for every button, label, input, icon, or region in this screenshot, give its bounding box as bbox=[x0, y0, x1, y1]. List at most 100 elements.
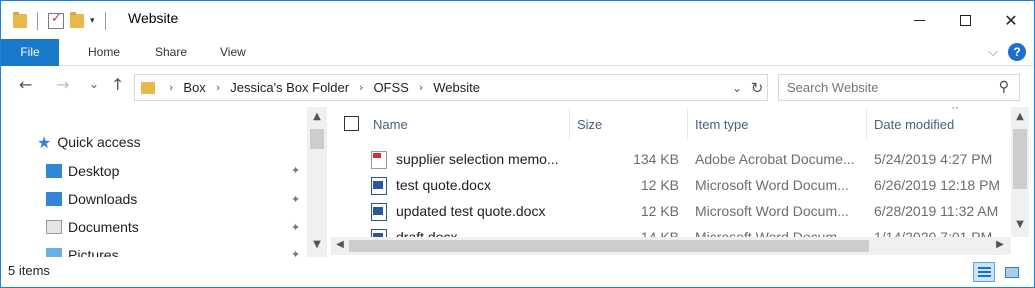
address-bar[interactable]: › Box › Jessica's Box Folder › OFSS › We… bbox=[134, 74, 768, 101]
toolbar-divider bbox=[37, 12, 38, 30]
pin-icon[interactable]: ✦ bbox=[291, 248, 300, 257]
refresh-icon[interactable]: ↻ bbox=[747, 79, 767, 97]
breadcrumb-jessicas-box-folder[interactable]: Jessica's Box Folder bbox=[226, 80, 353, 95]
new-folder-icon[interactable] bbox=[70, 12, 84, 28]
scroll-down-icon[interactable]: ▼ bbox=[1011, 219, 1029, 230]
scroll-down-icon[interactable]: ▼ bbox=[307, 239, 327, 250]
column-header-size[interactable]: Size bbox=[577, 117, 602, 132]
close-button[interactable]: ✕ bbox=[988, 1, 1034, 39]
file-list-horizontal-scrollbar[interactable]: ◀ ▶ bbox=[331, 237, 1011, 255]
breadcrumb-separator[interactable]: › bbox=[353, 81, 369, 94]
tab-share[interactable]: Share bbox=[155, 39, 187, 66]
sidebar-item-label: Quick access bbox=[57, 134, 141, 150]
pin-icon[interactable]: ✦ bbox=[291, 164, 300, 177]
details-view-icon bbox=[978, 267, 991, 269]
column-header-name[interactable]: Name bbox=[373, 117, 408, 132]
column-header-item-type[interactable]: Item type bbox=[695, 117, 748, 132]
folder-icon bbox=[13, 12, 27, 28]
sidebar-item-quick-access[interactable]: ★ Quick access bbox=[37, 129, 141, 155]
scroll-left-icon[interactable]: ◀ bbox=[331, 239, 349, 250]
search-input[interactable] bbox=[787, 80, 987, 95]
pin-icon[interactable]: ✦ bbox=[291, 221, 300, 234]
toolbar-divider bbox=[104, 12, 106, 30]
word-icon bbox=[371, 177, 387, 195]
file-list-vertical-scrollbar[interactable]: ▲ ▼ bbox=[1011, 107, 1029, 237]
minimize-button[interactable] bbox=[896, 1, 942, 39]
ribbon-options: ⌵ ? bbox=[988, 43, 1026, 61]
downloads-icon bbox=[46, 192, 62, 206]
table-row[interactable]: test quote.docx 12 KB Microsoft Word Doc… bbox=[331, 173, 1013, 199]
breadcrumb-ofss[interactable]: OFSS bbox=[369, 80, 412, 95]
column-header-date-modified[interactable]: Date modified bbox=[874, 117, 954, 132]
search-box[interactable]: ⚲ bbox=[778, 74, 1020, 101]
pictures-icon bbox=[46, 248, 62, 257]
file-size: 12 KB bbox=[640, 203, 679, 219]
file-type: Adobe Acrobat Docume... bbox=[695, 151, 855, 167]
recent-locations-icon[interactable]: ⌄ bbox=[89, 77, 99, 91]
file-date-modified: 5/24/2019 4:27 PM bbox=[874, 151, 993, 167]
word-icon bbox=[371, 203, 387, 221]
scrollbar-thumb[interactable] bbox=[310, 129, 324, 149]
sidebar-item-downloads[interactable]: Downloads bbox=[46, 186, 137, 212]
breadcrumb-separator[interactable]: › bbox=[210, 81, 226, 94]
sidebar-item-label: Pictures bbox=[68, 247, 119, 257]
scroll-up-icon[interactable]: ▲ bbox=[307, 111, 327, 122]
file-date-modified: 6/26/2019 12:18 PM bbox=[874, 177, 1001, 193]
tab-view[interactable]: View bbox=[220, 39, 246, 66]
column-divider[interactable] bbox=[569, 109, 570, 139]
column-divider[interactable] bbox=[866, 109, 867, 139]
tab-file[interactable]: File bbox=[1, 39, 59, 66]
breadcrumb-separator[interactable]: › bbox=[163, 81, 179, 94]
pin-icon[interactable]: ✦ bbox=[291, 193, 300, 206]
details-view-icon bbox=[978, 275, 991, 277]
pdf-icon bbox=[371, 151, 387, 169]
sidebar-item-pictures[interactable]: Pictures bbox=[46, 242, 119, 257]
details-view-icon bbox=[978, 271, 991, 273]
desktop-icon bbox=[46, 164, 62, 178]
folder-icon bbox=[141, 81, 155, 94]
navigation-bar: ← → ⌄ ↑ › Box › Jessica's Box Folder › O… bbox=[1, 67, 1034, 107]
sidebar-item-desktop[interactable]: Desktop bbox=[46, 158, 119, 184]
file-explorer-window: ▾ Website ✕ File Home Share View ⌵ ? ← →… bbox=[0, 0, 1035, 288]
details-view-button[interactable] bbox=[973, 262, 995, 282]
file-name: updated test quote.docx bbox=[396, 203, 546, 219]
sidebar-item-label: Downloads bbox=[68, 191, 138, 207]
file-name: supplier selection memo... bbox=[396, 151, 559, 167]
scroll-right-icon[interactable]: ▶ bbox=[991, 239, 1009, 250]
scrollbar-thumb[interactable] bbox=[1013, 129, 1027, 189]
maximize-icon bbox=[959, 14, 971, 26]
column-divider[interactable] bbox=[687, 109, 688, 139]
properties-icon[interactable] bbox=[48, 11, 64, 29]
scroll-up-icon[interactable]: ▲ bbox=[1011, 111, 1029, 122]
large-icons-view-button[interactable] bbox=[1000, 262, 1022, 282]
star-icon: ★ bbox=[37, 132, 52, 152]
help-icon[interactable]: ? bbox=[1008, 43, 1026, 61]
breadcrumb-separator[interactable]: › bbox=[413, 81, 429, 94]
table-row[interactable]: supplier selection memo... 134 KB Adobe … bbox=[331, 147, 1013, 173]
forward-arrow-icon[interactable]: → bbox=[56, 75, 69, 94]
file-name: test quote.docx bbox=[396, 177, 491, 193]
select-all-checkbox[interactable] bbox=[344, 116, 359, 131]
scrollbar-thumb[interactable] bbox=[349, 240, 869, 252]
sidebar-item-label: Desktop bbox=[68, 163, 120, 179]
breadcrumb-box[interactable]: Box bbox=[179, 80, 209, 95]
address-bar-actions: ⌄ ↻ bbox=[727, 75, 767, 100]
table-row[interactable]: updated test quote.docx 12 KB Microsoft … bbox=[331, 199, 1013, 225]
navigation-pane-scrollbar[interactable]: ▲ ▼ bbox=[307, 107, 327, 257]
quick-access-toolbar: ▾ bbox=[13, 10, 110, 32]
expand-ribbon-icon[interactable]: ⌵ bbox=[988, 45, 998, 60]
minimize-icon bbox=[913, 19, 925, 21]
back-arrow-icon[interactable]: ← bbox=[19, 75, 32, 94]
address-history-dropdown-icon[interactable]: ⌄ bbox=[727, 81, 747, 95]
maximize-button[interactable] bbox=[942, 1, 988, 39]
large-icons-view-icon bbox=[1005, 267, 1019, 278]
navigation-pane: ★ Quick access Desktop ✦ Downloads ✦ Doc… bbox=[1, 107, 331, 257]
breadcrumb-website[interactable]: Website bbox=[429, 80, 484, 95]
up-arrow-icon[interactable]: ↑ bbox=[111, 75, 124, 94]
tab-home[interactable]: Home bbox=[88, 39, 120, 66]
file-size: 12 KB bbox=[640, 177, 679, 193]
customize-toolbar-dropdown-icon[interactable]: ▾ bbox=[90, 16, 95, 26]
sidebar-item-documents[interactable]: Documents bbox=[46, 214, 139, 240]
search-icon[interactable]: ⚲ bbox=[999, 79, 1009, 95]
item-count: 5 items bbox=[8, 263, 50, 278]
